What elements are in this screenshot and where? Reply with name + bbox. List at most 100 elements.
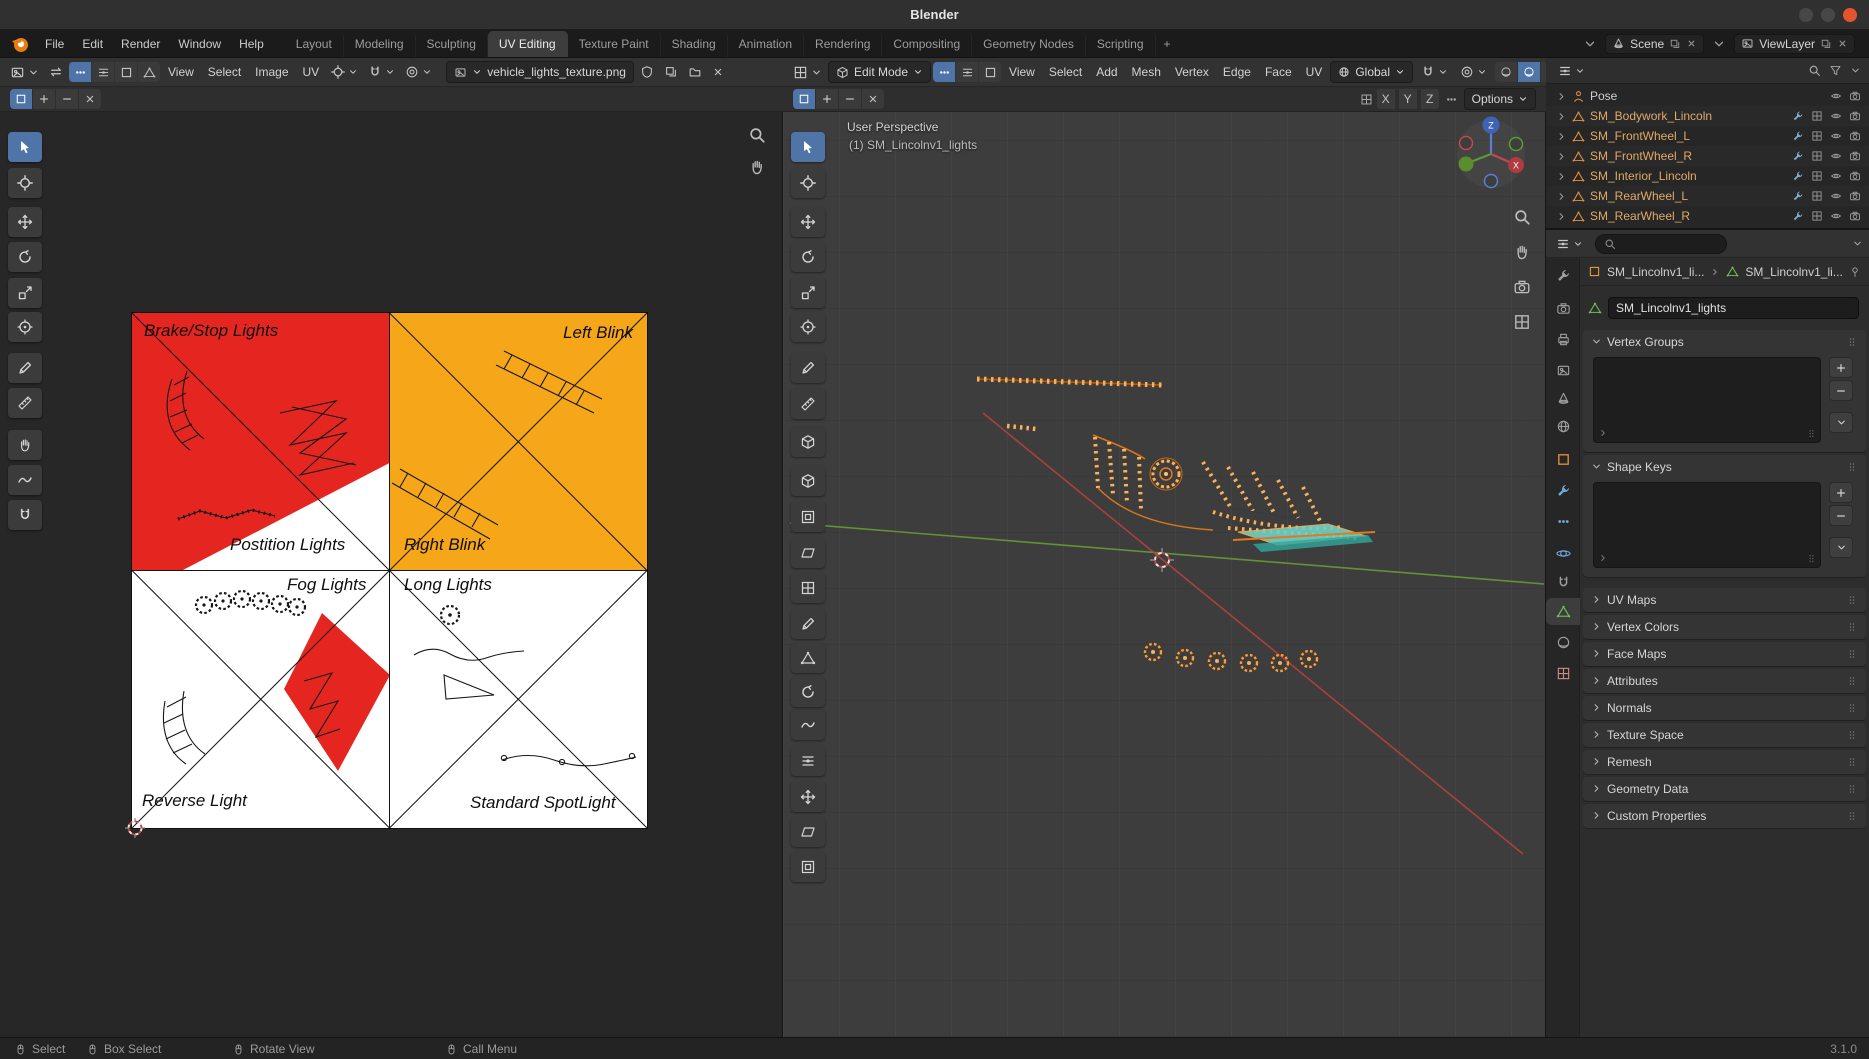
editor-type-selector[interactable] — [1552, 235, 1587, 253]
viewport-canvas[interactable]: User Perspective (1) SM_Lincolnv1_lights… — [783, 112, 1545, 1037]
uv-select-mode-island[interactable] — [138, 62, 160, 82]
tool-measure[interactable] — [791, 389, 825, 419]
uv-canvas[interactable]: Brake/Stop Lights Left Blink Postition L… — [0, 112, 782, 1037]
vp-menu-face[interactable]: Face — [1259, 62, 1298, 82]
tool-options-dropdown[interactable]: Options — [1464, 88, 1536, 110]
snap-options-icon[interactable] — [1445, 93, 1458, 106]
tool-move[interactable] — [8, 207, 42, 237]
tool-extrude-region[interactable] — [791, 466, 825, 496]
chevron-down-icon[interactable] — [1852, 238, 1863, 249]
uv-proportional-editing[interactable] — [401, 63, 436, 81]
tool-rotate[interactable] — [791, 242, 825, 272]
close-icon[interactable] — [1686, 38, 1697, 49]
tab-texture[interactable] — [1546, 660, 1580, 687]
disable-render-icon[interactable] — [1849, 110, 1861, 122]
workspace-tab-uv-editing[interactable]: UV Editing — [488, 31, 568, 57]
workspace-tab-shading[interactable]: Shading — [661, 31, 728, 57]
tool-bevel[interactable] — [791, 538, 825, 568]
tool-transform[interactable] — [8, 312, 42, 342]
scene-selector[interactable]: Scene — [1605, 34, 1704, 54]
blender-logo-icon[interactable] — [10, 34, 30, 54]
gizmo-y-neg[interactable] — [1510, 138, 1523, 151]
box-select-subtract[interactable] — [839, 89, 861, 109]
expand-icon[interactable] — [1556, 191, 1567, 202]
uv-select-mode-face[interactable] — [115, 62, 137, 82]
tool-annotate[interactable] — [791, 353, 825, 383]
tool-annotate[interactable] — [8, 353, 42, 383]
close-icon[interactable] — [1837, 38, 1848, 49]
panel-geometry-data[interactable]: Geometry Data — [1583, 777, 1866, 801]
tool-cursor[interactable] — [791, 168, 825, 198]
expand-icon[interactable] — [1556, 131, 1567, 142]
list-filter-toggle-icon[interactable] — [1598, 553, 1608, 563]
zoom-icon[interactable] — [748, 126, 766, 144]
tool-pinch[interactable] — [8, 500, 42, 530]
vp-menu-edge[interactable]: Edge — [1217, 62, 1257, 82]
tool-poly-build[interactable] — [791, 643, 825, 673]
box-select-set[interactable] — [10, 89, 32, 109]
box-select-intersect[interactable] — [862, 89, 884, 109]
tab-object[interactable] — [1546, 446, 1580, 473]
expand-icon[interactable] — [1556, 111, 1567, 122]
tab-particles[interactable] — [1546, 508, 1580, 535]
panel-vertex-colors[interactable]: Vertex Colors — [1583, 615, 1866, 639]
zoom-icon[interactable] — [1513, 208, 1531, 226]
vp-menu-view[interactable]: View — [1003, 62, 1041, 82]
resize-grip-icon[interactable] — [1806, 553, 1817, 564]
tool-cursor[interactable] — [8, 168, 42, 198]
box-select-subtract[interactable] — [56, 89, 78, 109]
expand-icon[interactable] — [1556, 171, 1567, 182]
tool-knife[interactable] — [791, 609, 825, 639]
copy-icon[interactable] — [1820, 38, 1832, 50]
workspace-tab-rendering[interactable]: Rendering — [804, 31, 882, 57]
minimize-button[interactable] — [1799, 8, 1813, 22]
image-fake-user-toggle[interactable] — [636, 63, 658, 81]
shading-wireframe[interactable] — [1495, 62, 1517, 82]
workspace-tab-animation[interactable]: Animation — [728, 31, 804, 57]
editor-type-selector[interactable] — [789, 63, 826, 82]
search-icon[interactable] — [1808, 64, 1821, 77]
shape-key-add-button[interactable] — [1829, 482, 1853, 503]
tab-world[interactable] — [1546, 413, 1580, 440]
outliner-item-pose[interactable]: Pose — [1546, 86, 1869, 106]
vp-menu-vertex[interactable]: Vertex — [1169, 62, 1215, 82]
uv-menu-uv[interactable]: UV — [297, 62, 326, 82]
breadcrumb-data[interactable]: SM_Lincolnv1_li... — [1745, 265, 1842, 279]
proportional-editing-toggle[interactable] — [1456, 63, 1491, 81]
tool-transform[interactable] — [791, 312, 825, 342]
menu-window[interactable]: Window — [169, 31, 230, 57]
editor-type-selector[interactable] — [1554, 62, 1589, 80]
outliner-item-rearwheel-r[interactable]: SM_RearWheel_R — [1546, 206, 1869, 226]
pin-icon[interactable] — [1849, 266, 1861, 278]
outliner-item-frontwheel-r[interactable]: SM_FrontWheel_R — [1546, 146, 1869, 166]
outliner-item-bodywork[interactable]: SM_Bodywork_Lincoln — [1546, 106, 1869, 126]
tool-loop-cut[interactable] — [791, 573, 825, 603]
tab-output[interactable] — [1546, 326, 1580, 353]
tab-object-data[interactable] — [1546, 598, 1580, 625]
outliner-item-frontwheel-l[interactable]: SM_FrontWheel_L — [1546, 126, 1869, 146]
workspace-tab-sculpting[interactable]: Sculpting — [416, 31, 488, 57]
titlebar[interactable]: Blender — [0, 0, 1869, 30]
mirror-z-toggle[interactable]: Z — [1421, 89, 1439, 109]
disable-render-icon[interactable] — [1849, 90, 1861, 102]
uv-select-mode-edge[interactable] — [92, 62, 114, 82]
select-mode-face[interactable] — [979, 62, 1001, 82]
disable-render-icon[interactable] — [1849, 190, 1861, 202]
vp-menu-add[interactable]: Add — [1090, 62, 1123, 82]
workspace-tab-compositing[interactable]: Compositing — [882, 31, 972, 57]
open-image-button[interactable] — [684, 63, 706, 81]
panel-custom-properties[interactable]: Custom Properties — [1583, 804, 1866, 828]
tab-constraints[interactable] — [1546, 569, 1580, 596]
panel-texture-space[interactable]: Texture Space — [1583, 723, 1866, 747]
disable-render-icon[interactable] — [1849, 210, 1861, 222]
tab-physics[interactable] — [1546, 540, 1580, 567]
tool-rotate[interactable] — [8, 242, 42, 272]
scene-browse-icon[interactable] — [1583, 37, 1597, 51]
tool-edge-slide[interactable] — [791, 746, 825, 776]
tab-modifiers[interactable] — [1546, 477, 1580, 504]
workspace-tab-modeling[interactable]: Modeling — [344, 31, 416, 57]
vp-menu-select[interactable]: Select — [1043, 62, 1088, 82]
new-image-button[interactable] — [660, 63, 682, 81]
copy-icon[interactable] — [1669, 38, 1681, 50]
tool-select-box[interactable] — [791, 132, 825, 162]
